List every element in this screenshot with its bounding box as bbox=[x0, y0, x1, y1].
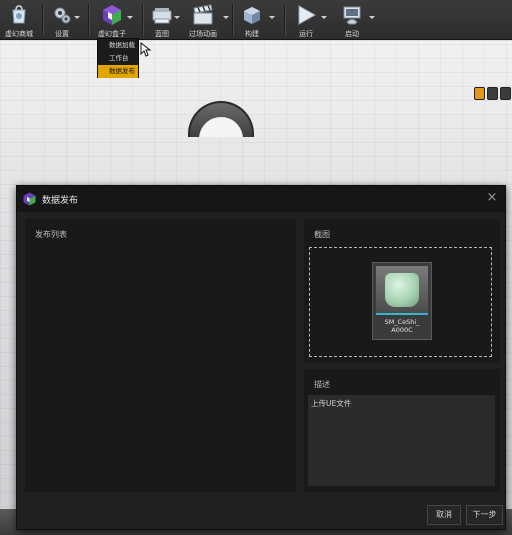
description-label: 描述 bbox=[314, 380, 330, 389]
unreal-box-button[interactable]: 虚幻盒子 bbox=[96, 0, 133, 38]
marketplace-button[interactable]: 虚幻商城 bbox=[4, 0, 34, 38]
mouse-cursor-icon bbox=[140, 42, 152, 57]
menu-item-workbench[interactable]: 工作台 bbox=[98, 52, 138, 65]
settings-dropdown-arrow-icon[interactable] bbox=[74, 16, 80, 19]
screenshot-label: 截图 bbox=[314, 230, 330, 239]
publish-list-panel: 发布列表 bbox=[25, 219, 296, 492]
build-button[interactable]: 构建 bbox=[240, 0, 275, 38]
dialog-title: 数据发布 bbox=[42, 196, 79, 206]
description-textarea[interactable]: 上传UE文件 bbox=[308, 395, 495, 486]
scale-tool-icon[interactable] bbox=[500, 87, 511, 100]
toolbar-divider bbox=[142, 4, 143, 36]
rotation-gizmo-icon[interactable] bbox=[188, 101, 254, 137]
settings-button[interactable]: 设置 bbox=[50, 0, 80, 38]
close-icon[interactable]: × bbox=[485, 191, 499, 205]
cinematics-label: 过场动画 bbox=[189, 30, 217, 38]
menu-item-data-publish[interactable]: 数据发布 bbox=[98, 65, 138, 78]
toolbar-divider bbox=[284, 4, 285, 36]
next-button[interactable]: 下一步 bbox=[466, 505, 503, 525]
blueprint-dropdown-arrow-icon[interactable] bbox=[174, 16, 180, 19]
description-panel: 描述 上传UE文件 bbox=[304, 369, 500, 492]
settings-label: 设置 bbox=[55, 30, 69, 38]
asset-thumbnail[interactable]: SM_CeShi_ A000C bbox=[372, 262, 432, 340]
play-icon bbox=[295, 4, 317, 26]
cinematics-icon bbox=[192, 4, 214, 26]
dialog-header: 数据发布 × bbox=[17, 186, 505, 212]
settings-icon bbox=[51, 4, 73, 26]
unreal-box-icon bbox=[101, 4, 123, 26]
toolbar-divider bbox=[42, 4, 43, 36]
cancel-button[interactable]: 取消 bbox=[427, 505, 461, 525]
launch-label: 启动 bbox=[345, 30, 359, 38]
screenshot-drop-zone[interactable]: SM_CeShi_ A000C bbox=[309, 247, 492, 357]
unreal-box-dropdown-arrow-icon[interactable] bbox=[127, 16, 133, 19]
build-label: 构建 bbox=[245, 30, 259, 38]
launch-button[interactable]: 启动 bbox=[340, 0, 375, 38]
menu-item-data-load[interactable]: 数据加载 bbox=[98, 39, 138, 52]
play-button[interactable]: 运行 bbox=[294, 0, 327, 38]
build-icon bbox=[241, 4, 263, 26]
launch-dropdown-arrow-icon[interactable] bbox=[369, 16, 375, 19]
blueprint-button[interactable]: 蓝图 bbox=[150, 0, 180, 38]
asset-name: SM_CeShi_ A000C bbox=[373, 318, 431, 334]
screenshot-panel: 截图 SM_CeShi_ A000C bbox=[304, 219, 500, 362]
asset-preview-image bbox=[376, 266, 428, 313]
description-text: 上传UE文件 bbox=[311, 399, 352, 408]
toolbar-divider bbox=[232, 4, 233, 36]
main-toolbar: 虚幻商城 设置 虚幻盒子 蓝图 过场动画 构建 运行 启动 bbox=[0, 0, 512, 40]
cinematics-dropdown-arrow-icon[interactable] bbox=[223, 16, 229, 19]
cylinder-mesh-icon bbox=[385, 273, 419, 307]
play-label: 运行 bbox=[299, 30, 313, 38]
asset-type-bar bbox=[376, 313, 428, 315]
viewport-controls bbox=[474, 87, 512, 101]
asset-name-line1: SM_CeShi_ bbox=[384, 318, 420, 326]
move-tool-icon[interactable] bbox=[474, 87, 485, 100]
data-publish-dialog: 数据发布 × 发布列表 截图 SM_CeShi_ A000C 描述 上传UE文件 bbox=[16, 185, 506, 530]
blueprint-icon bbox=[151, 4, 173, 26]
play-dropdown-arrow-icon[interactable] bbox=[321, 16, 327, 19]
publish-list-label: 发布列表 bbox=[35, 230, 67, 239]
marketplace-icon bbox=[8, 4, 30, 26]
rotate-tool-icon[interactable] bbox=[487, 87, 498, 100]
blueprint-label: 蓝图 bbox=[155, 30, 169, 38]
build-dropdown-arrow-icon[interactable] bbox=[269, 16, 275, 19]
toolbar-divider bbox=[88, 4, 89, 36]
launch-icon bbox=[341, 4, 363, 26]
asset-name-line2: A000C bbox=[391, 326, 413, 334]
marketplace-label: 虚幻商城 bbox=[5, 30, 33, 38]
cinematics-button[interactable]: 过场动画 bbox=[186, 0, 229, 38]
unreal-box-logo-icon bbox=[23, 192, 36, 206]
unreal-box-dropdown-menu: 数据加载 工作台 数据发布 bbox=[97, 38, 139, 78]
